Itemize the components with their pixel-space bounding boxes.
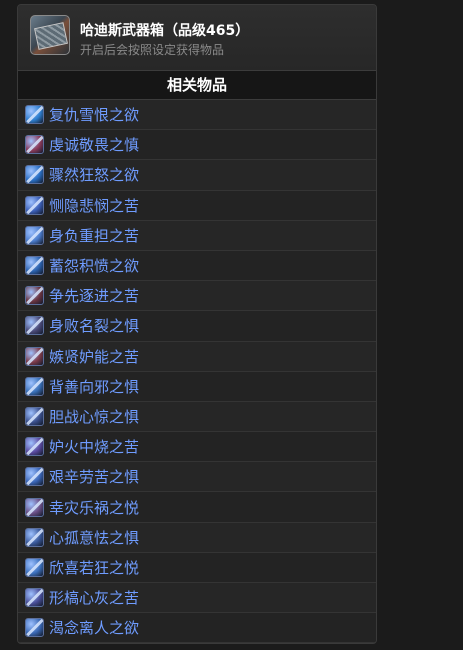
related-item-row[interactable]: 渴念离人之欲 xyxy=(18,613,376,643)
related-item-row[interactable]: 复仇雪恨之欲 xyxy=(18,100,376,131)
weapon-icon xyxy=(25,557,44,577)
blade-glyph xyxy=(26,438,43,456)
related-item-row[interactable]: 骤然狂怒之欲 xyxy=(18,160,376,191)
weapon-icon xyxy=(25,588,44,608)
item-title: 哈迪斯武器箱（品级465） xyxy=(80,23,250,39)
blade-glyph xyxy=(26,166,43,184)
blade-glyph xyxy=(26,377,43,395)
related-item-row[interactable]: 艰辛劳苦之惧 xyxy=(18,462,376,493)
related-item-link[interactable]: 骤然狂怒之欲 xyxy=(49,164,139,185)
related-item-row[interactable]: 幸灾乐祸之悦 xyxy=(18,492,376,523)
blade-glyph xyxy=(26,226,43,244)
weapon-icon xyxy=(25,437,44,457)
blade-glyph xyxy=(26,407,43,425)
related-item-link[interactable]: 幸灾乐祸之悦 xyxy=(49,497,139,518)
weapon-icon xyxy=(25,195,44,215)
related-item-row[interactable]: 争先逐进之苦 xyxy=(18,281,376,312)
related-item-row[interactable]: 蓄怨积愤之欲 xyxy=(18,250,376,282)
related-item-row[interactable]: 虔诚敬畏之慎 xyxy=(18,130,376,161)
weapon-icon xyxy=(25,376,44,396)
related-item-link[interactable]: 恻隐悲悯之苦 xyxy=(49,195,139,216)
crate-graphic xyxy=(34,22,68,50)
related-item-link[interactable]: 形槁心灰之苦 xyxy=(49,587,139,608)
related-item-link[interactable]: 复仇雪恨之欲 xyxy=(49,104,139,125)
item-tooltip-panel: 哈迪斯武器箱（品级465） 开启后会按照设定获得物品 相关物品 复仇雪恨之欲 虔诚… xyxy=(17,4,377,644)
tooltip-header: 哈迪斯武器箱（品级465） 开启后会按照设定获得物品 xyxy=(18,5,376,71)
related-item-link[interactable]: 心孤意怯之惧 xyxy=(49,527,139,548)
weapon-icon xyxy=(25,135,44,155)
blade-glyph xyxy=(26,619,43,637)
related-items-heading: 相关物品 xyxy=(18,71,376,100)
related-item-link[interactable]: 妒火中烧之苦 xyxy=(49,436,139,457)
related-item-link[interactable]: 嫉贤妒能之苦 xyxy=(49,346,139,367)
related-item-link[interactable]: 欣喜若狂之悦 xyxy=(49,557,139,578)
blade-glyph xyxy=(26,257,43,275)
related-item-link[interactable]: 争先逐进之苦 xyxy=(49,285,139,306)
blade-glyph xyxy=(26,498,43,516)
related-item-row[interactable]: 形槁心灰之苦 xyxy=(18,583,376,614)
related-item-row[interactable]: 胆战心惊之惧 xyxy=(18,401,376,433)
blade-glyph xyxy=(26,317,43,335)
weapon-icon xyxy=(25,316,44,336)
related-items-list: 复仇雪恨之欲 虔诚敬畏之慎 骤然狂怒之欲 恻隐悲悯之苦 身负重担之苦 蓄怨积愤之欲 争先逐进… xyxy=(18,100,376,643)
weapon-icon xyxy=(25,467,44,487)
related-item-link[interactable]: 身负重担之苦 xyxy=(49,225,139,246)
blade-glyph xyxy=(26,196,43,214)
blade-glyph xyxy=(26,136,43,154)
weapon-icon xyxy=(25,497,44,517)
weapon-icon xyxy=(25,406,44,426)
related-item-row[interactable]: 妒火中烧之苦 xyxy=(18,432,376,463)
weapon-icon xyxy=(25,527,44,547)
blade-glyph xyxy=(26,287,43,305)
blade-glyph xyxy=(26,347,43,365)
weapon-icon xyxy=(25,256,44,276)
related-item-link[interactable]: 艰辛劳苦之惧 xyxy=(49,466,139,487)
blade-glyph xyxy=(26,558,43,576)
weapon-icon xyxy=(25,286,44,306)
related-item-row[interactable]: 嫉贤妒能之苦 xyxy=(18,341,376,372)
related-item-row[interactable]: 欣喜若狂之悦 xyxy=(18,552,376,583)
related-item-link[interactable]: 虔诚敬畏之慎 xyxy=(49,134,139,155)
weapon-icon xyxy=(25,225,44,245)
related-item-link[interactable]: 胆战心惊之惧 xyxy=(49,406,139,427)
weapon-icon xyxy=(25,618,44,638)
blade-glyph xyxy=(26,106,43,124)
weapon-icon xyxy=(25,165,44,185)
related-item-row[interactable]: 背善向邪之惧 xyxy=(18,371,376,402)
related-item-row[interactable]: 身败名裂之惧 xyxy=(18,311,376,342)
weapon-icon xyxy=(25,105,44,125)
related-item-link[interactable]: 蓄怨积愤之欲 xyxy=(49,255,139,276)
blade-glyph xyxy=(26,589,43,607)
blade-glyph xyxy=(26,468,43,486)
related-item-link[interactable]: 渴念离人之欲 xyxy=(49,617,139,638)
related-item-row[interactable]: 身负重担之苦 xyxy=(18,220,376,251)
related-item-row[interactable]: 恻隐悲悯之苦 xyxy=(18,190,376,221)
related-item-link[interactable]: 背善向邪之惧 xyxy=(49,376,139,397)
item-description: 开启后会按照设定获得物品 xyxy=(80,43,225,57)
related-item-row[interactable]: 心孤意怯之惧 xyxy=(18,522,376,553)
weapon-chest-icon xyxy=(30,15,70,55)
blade-glyph xyxy=(26,528,43,546)
related-item-link[interactable]: 身败名裂之惧 xyxy=(49,315,139,336)
weapon-icon xyxy=(25,346,44,366)
